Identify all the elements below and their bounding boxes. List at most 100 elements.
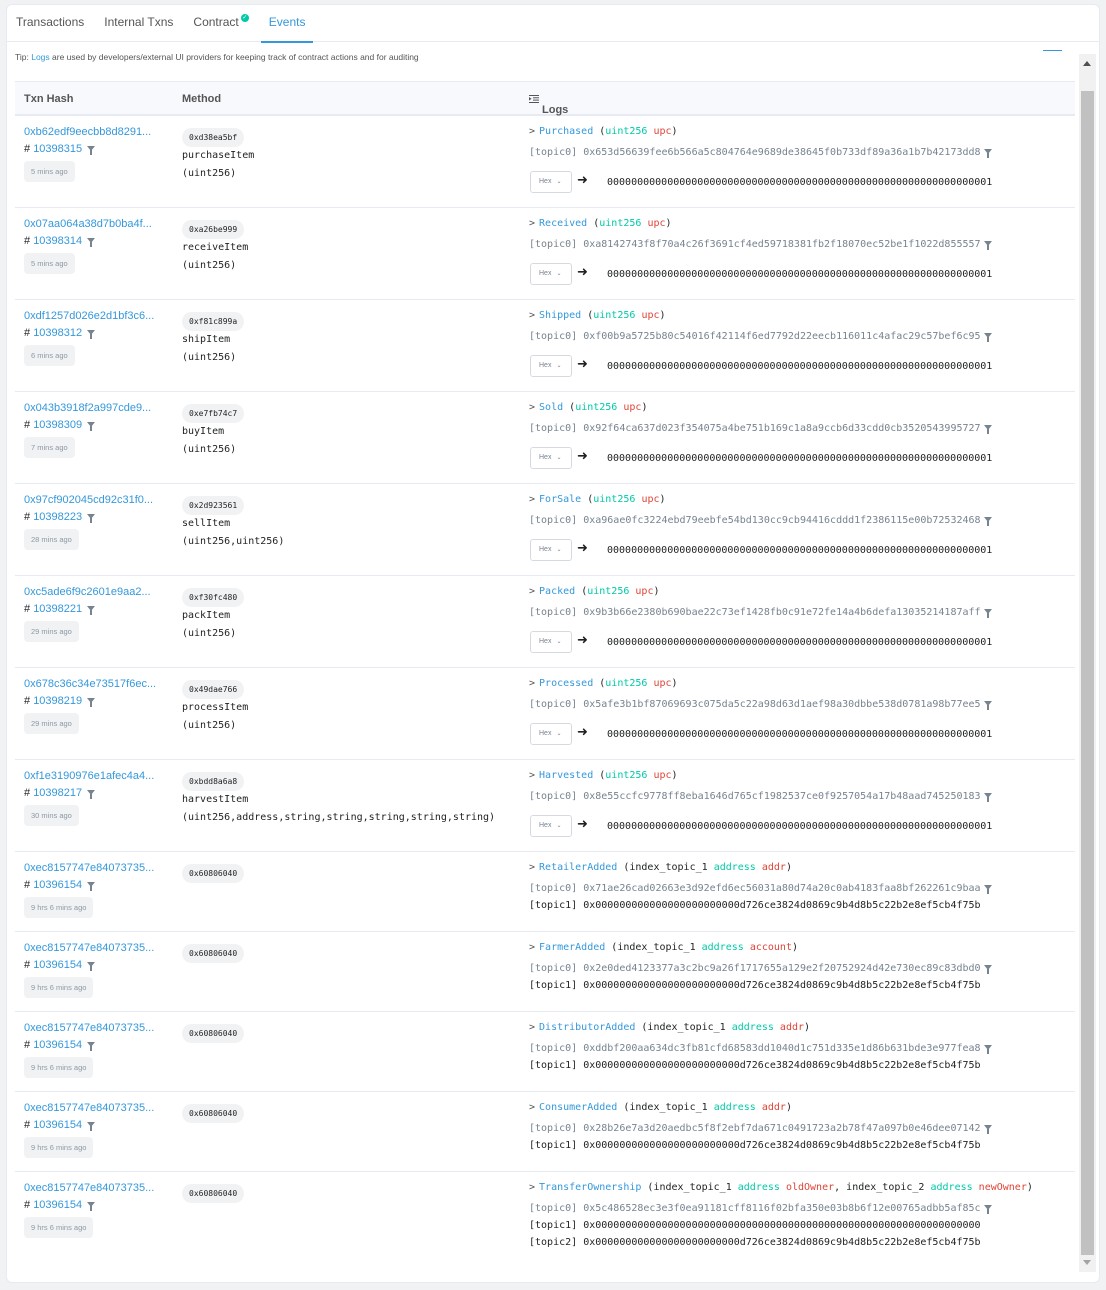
- event-signature: > DistributorAdded (index_topic_1 address…: [529, 1022, 810, 1033]
- logs-link[interactable]: Logs: [31, 52, 49, 62]
- chevron-right-icon[interactable]: >: [529, 402, 535, 413]
- txn-hash-link[interactable]: 0x97cf902045cd92c31f0...: [24, 494, 153, 506]
- txn-hash-link[interactable]: 0x043b3918f2a997cde9...: [24, 402, 151, 414]
- topic-line: [topic0] 0xa8142743f8f70a4c26f3691cf4ed5…: [529, 239, 992, 250]
- filter-icon[interactable]: [87, 1042, 96, 1051]
- txn-hash-link[interactable]: 0xec8157747e84073735...: [24, 942, 154, 954]
- table-row: 0xec8157747e84073735... # 10396154 9 hrs …: [15, 852, 1075, 932]
- hex-format-dropdown[interactable]: Hex ⌄: [530, 447, 572, 469]
- tab-contract[interactable]: Contract ✓: [193, 5, 258, 42]
- txn-hash-link[interactable]: 0xf1e3190976e1afec4a4...: [24, 770, 154, 782]
- hex-format-dropdown[interactable]: Hex ⌄: [530, 355, 572, 377]
- arrow-right-icon: ➜: [577, 449, 588, 464]
- txn-hash-link[interactable]: 0x678c36c34e73517f6ec...: [24, 678, 156, 690]
- block-link[interactable]: 10398309: [33, 419, 82, 431]
- scroll-up-icon[interactable]: [1083, 61, 1091, 66]
- filter-icon[interactable]: [983, 149, 992, 158]
- filter-icon[interactable]: [87, 698, 96, 707]
- block-link[interactable]: 10398217: [33, 787, 82, 799]
- txn-hash-link[interactable]: 0xdf1257d026e2d1bf3c6...: [24, 310, 154, 322]
- txn-hash-link[interactable]: 0x07aa064a38d7b0ba4f...: [24, 218, 152, 230]
- filter-icon[interactable]: [87, 330, 96, 339]
- filter-icon[interactable]: [983, 333, 992, 342]
- filter-icon[interactable]: [983, 1045, 992, 1054]
- filter-icon[interactable]: [983, 701, 992, 710]
- param-name: upc: [641, 494, 660, 505]
- filter-icon[interactable]: [87, 422, 96, 431]
- chevron-right-icon[interactable]: >: [529, 494, 535, 505]
- filter-icon[interactable]: [983, 1205, 992, 1214]
- block-link[interactable]: 10398221: [33, 603, 82, 615]
- txn-hash-link[interactable]: 0xec8157747e84073735...: [24, 1022, 154, 1034]
- chevron-right-icon[interactable]: >: [529, 126, 535, 137]
- topic-line: [topic1] 0x000000000000000000000000d726c…: [529, 1060, 981, 1071]
- param-index: index_topic_1: [647, 1022, 726, 1033]
- age-badge: 9 hrs 6 mins ago: [24, 977, 94, 998]
- chevron-right-icon[interactable]: >: [529, 770, 535, 781]
- chevron-right-icon[interactable]: >: [529, 678, 535, 689]
- filter-icon[interactable]: [983, 1125, 992, 1134]
- block-link[interactable]: 10398223: [33, 511, 82, 523]
- hex-format-dropdown[interactable]: Hex ⌄: [530, 723, 572, 745]
- scrollbar[interactable]: [1079, 54, 1096, 1272]
- filter-icon[interactable]: [983, 885, 992, 894]
- txn-hash-link[interactable]: 0xec8157747e84073735...: [24, 1182, 154, 1194]
- filter-icon[interactable]: [87, 882, 96, 891]
- hex-format-dropdown[interactable]: Hex ⌄: [530, 263, 572, 285]
- filter-icon[interactable]: [87, 1122, 96, 1131]
- chevron-right-icon[interactable]: >: [529, 218, 535, 229]
- table-header: Txn Hash Method Logs: [15, 81, 1075, 116]
- block-link[interactable]: 10398314: [33, 235, 82, 247]
- filter-icon[interactable]: [983, 793, 992, 802]
- event-name: DistributorAdded: [539, 1022, 636, 1033]
- hex-format-dropdown[interactable]: Hex ⌄: [530, 171, 572, 193]
- chevron-right-icon[interactable]: >: [529, 1022, 535, 1033]
- chevron-right-icon[interactable]: >: [529, 1102, 535, 1113]
- event-name: Harvested: [539, 770, 594, 781]
- hex-format-dropdown[interactable]: Hex ⌄: [530, 631, 572, 653]
- txn-hash-link[interactable]: 0xc5ade6f9c2601e9aa2...: [24, 586, 151, 598]
- topic-line: [topic0] 0x92f64ca637d023f354075a4be751b…: [529, 423, 992, 434]
- chevron-right-icon[interactable]: >: [529, 310, 535, 321]
- hex-format-dropdown[interactable]: Hex ⌄: [530, 539, 572, 561]
- filter-icon[interactable]: [87, 1202, 96, 1211]
- table-row: 0x97cf902045cd92c31f0... # 10398223 28 mi…: [15, 484, 1075, 576]
- txn-hash-link[interactable]: 0xec8157747e84073735...: [24, 862, 154, 874]
- table-row: 0x043b3918f2a997cde9... # 10398309 7 mins…: [15, 392, 1075, 484]
- chevron-right-icon[interactable]: >: [529, 942, 535, 953]
- block-link[interactable]: 10398315: [33, 143, 82, 155]
- tab-transactions[interactable]: Transactions: [16, 5, 94, 42]
- block-number: # 10398315: [24, 143, 96, 155]
- tab-internal-txns[interactable]: Internal Txns: [104, 5, 183, 42]
- scrollbar-thumb[interactable]: [1081, 91, 1094, 1255]
- block-link[interactable]: 10396154: [33, 1039, 82, 1051]
- filter-icon[interactable]: [87, 238, 96, 247]
- chevron-down-icon: ⌄: [556, 179, 562, 185]
- block-link[interactable]: 10396154: [33, 1119, 82, 1131]
- block-link[interactable]: 10396154: [33, 1199, 82, 1211]
- filter-icon[interactable]: [983, 241, 992, 250]
- filter-icon[interactable]: [87, 962, 96, 971]
- filter-icon[interactable]: [983, 965, 992, 974]
- block-link[interactable]: 10396154: [33, 959, 82, 971]
- filter-icon[interactable]: [87, 790, 96, 799]
- txn-hash-link[interactable]: 0xb62edf9eecbb8d8291...: [24, 126, 151, 138]
- txn-hash-link[interactable]: 0xec8157747e84073735...: [24, 1102, 154, 1114]
- hex-format-dropdown[interactable]: Hex ⌄: [530, 815, 572, 837]
- chevron-right-icon[interactable]: >: [529, 1182, 535, 1193]
- filter-icon[interactable]: [87, 606, 96, 615]
- table-row: 0x07aa064a38d7b0ba4f... # 10398314 5 mins…: [15, 208, 1075, 300]
- scroll-down-icon[interactable]: [1083, 1260, 1091, 1265]
- filter-icon[interactable]: [87, 514, 96, 523]
- block-link[interactable]: 10396154: [33, 879, 82, 891]
- block-link[interactable]: 10398312: [33, 327, 82, 339]
- block-link[interactable]: 10398219: [33, 695, 82, 707]
- chevron-right-icon[interactable]: >: [529, 586, 535, 597]
- filter-icon[interactable]: [983, 517, 992, 526]
- topic-label: [topic1]: [529, 1060, 578, 1071]
- filter-icon[interactable]: [87, 146, 96, 155]
- filter-icon[interactable]: [983, 609, 992, 618]
- chevron-right-icon[interactable]: >: [529, 862, 535, 873]
- tab-events[interactable]: Events: [260, 5, 316, 43]
- filter-icon[interactable]: [983, 425, 992, 434]
